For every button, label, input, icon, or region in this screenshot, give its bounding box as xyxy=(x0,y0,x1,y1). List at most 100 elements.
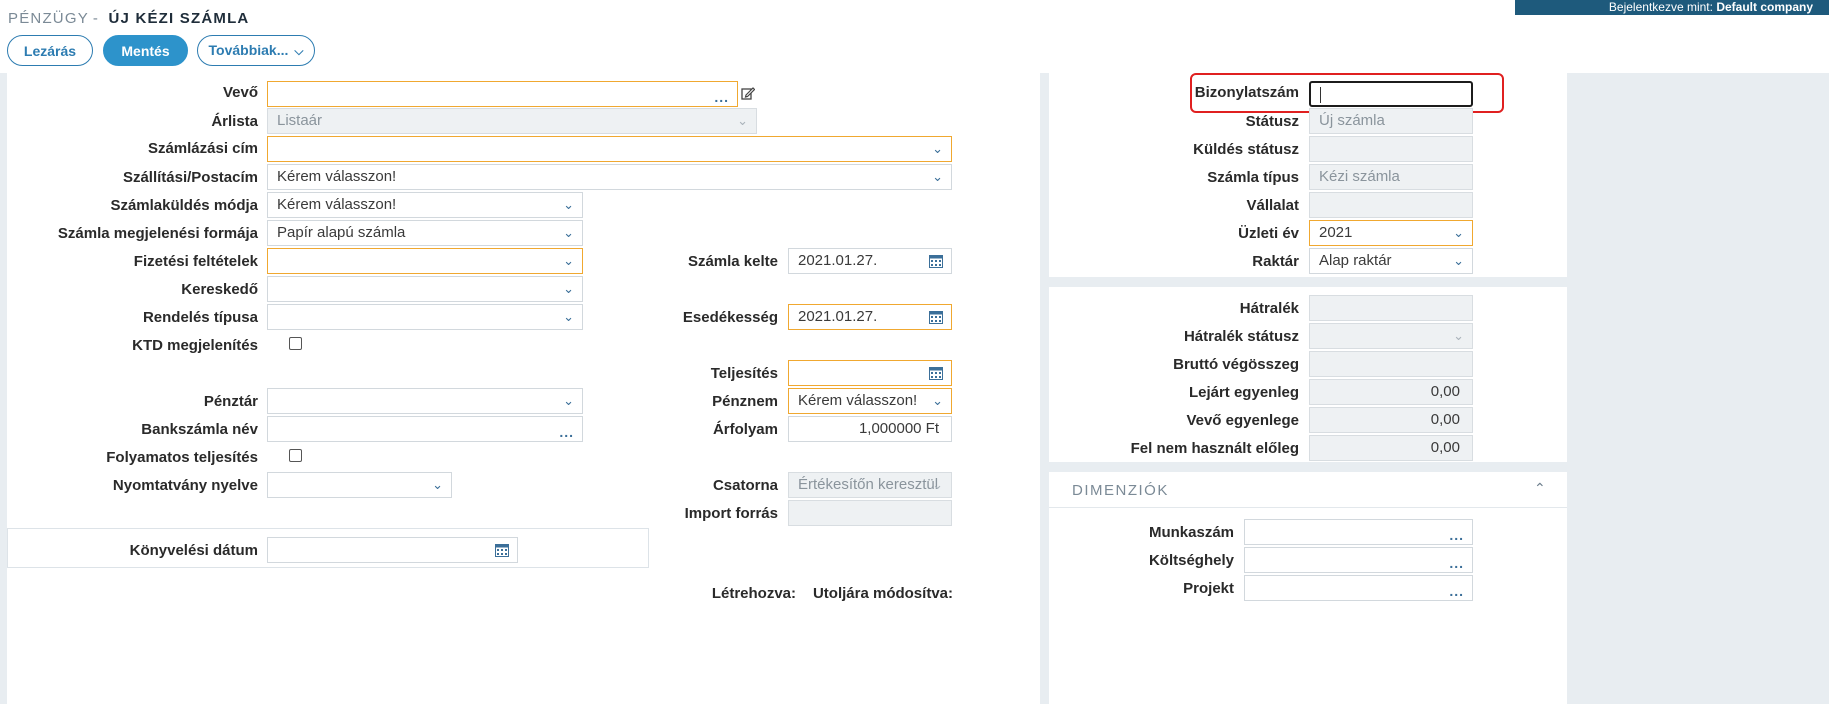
ktd-label: KTD megjelenítés xyxy=(132,337,258,354)
dimensions-divider xyxy=(1049,507,1567,508)
raktar-select[interactable]: Alap raktár ⌄ xyxy=(1309,248,1473,274)
bizonylatszam-field[interactable] xyxy=(1309,81,1473,107)
calendar-icon[interactable] xyxy=(929,366,943,380)
import-label: Import forrás xyxy=(684,505,778,522)
uzleti-ev-label: Üzleti év xyxy=(1238,225,1299,242)
close-button[interactable]: Lezárás xyxy=(7,35,93,66)
kereskedo-label: Kereskedő xyxy=(181,281,258,298)
chevron-down-icon: ⌄ xyxy=(932,393,943,408)
edit-icon[interactable] xyxy=(741,86,755,100)
vallalat-field xyxy=(1309,192,1473,218)
nyomtatvany-label: Nyomtatvány nyelve xyxy=(112,477,258,494)
kuldes-statusz-label: Küldés státusz xyxy=(1193,141,1299,158)
projekt-field[interactable]: ... xyxy=(1244,575,1473,601)
chevron-down-icon: ⌄ xyxy=(563,393,574,408)
raktar-value: Alap raktár xyxy=(1319,252,1392,269)
kuldes-statusz-field xyxy=(1309,136,1473,162)
breadcrumb: PÉNZÜGY - ÚJ KÉZI SZÁMLA xyxy=(8,10,249,27)
letrehozva-label: Létrehozva: xyxy=(711,585,796,602)
arlista-value: Listaár xyxy=(277,112,323,129)
lejart-field: 0,00 xyxy=(1309,379,1473,405)
ellipsis-icon[interactable]: ... xyxy=(559,420,574,441)
konyvelesi-date-field[interactable] xyxy=(267,537,518,563)
brutto-field xyxy=(1309,351,1473,377)
folyamatos-label: Folyamatos teljesítés xyxy=(106,449,258,466)
bankszamla-field[interactable]: ... xyxy=(267,416,583,442)
penztar-select[interactable]: ⌄ xyxy=(267,388,583,414)
chevron-down-icon: ⌄ xyxy=(563,225,574,240)
chevron-down-icon: ⌄ xyxy=(1453,253,1464,268)
breadcrumb-separator: - xyxy=(92,10,100,27)
page-title: ÚJ KÉZI SZÁMLA xyxy=(108,10,250,27)
szallitasi-select[interactable]: Kérem válasszon! ⌄ xyxy=(267,164,952,190)
hatralek-field xyxy=(1309,295,1473,321)
calendar-icon[interactable] xyxy=(495,543,509,557)
folyamatos-checkbox[interactable] xyxy=(289,449,302,462)
megjelenesi-value: Papír alapú számla xyxy=(277,224,406,241)
munkaszam-field[interactable]: ... xyxy=(1244,519,1473,545)
szamla-tipus-field: Kézi számla xyxy=(1309,164,1473,190)
brutto-label: Bruttó végösszeg xyxy=(1173,356,1299,373)
chevron-down-icon: ⌄ xyxy=(1453,328,1464,343)
bankszamla-label: Bankszámla név xyxy=(141,421,258,438)
chevron-down-icon: ⌄ xyxy=(932,141,943,156)
arfolyam-field[interactable]: 1,000000 Ft xyxy=(788,416,952,442)
import-field xyxy=(788,500,952,526)
calendar-icon[interactable] xyxy=(929,310,943,324)
uzleti-ev-select[interactable]: 2021 ⌄ xyxy=(1309,220,1473,246)
chevron-down-icon: ⌄ xyxy=(563,253,574,268)
bizonylatszam-label: Bizonylatszám xyxy=(1194,84,1299,101)
text-cursor xyxy=(1320,87,1321,103)
penznem-select[interactable]: Kérem válasszon! ⌄ xyxy=(788,388,952,414)
kuldes-modja-value: Kérem válasszon! xyxy=(277,196,397,213)
koltseghely-field[interactable]: ... xyxy=(1244,547,1473,573)
save-button[interactable]: Mentés xyxy=(103,35,188,66)
fel-nem-label: Fel nem használt előleg xyxy=(1130,440,1299,457)
szallitasi-label: Szállítási/Postacím xyxy=(122,169,258,186)
koltseghely-label: Költséghely xyxy=(1148,552,1234,569)
breadcrumb-section[interactable]: PÉNZÜGY xyxy=(8,10,89,27)
dimensions-title: DIMENZIÓK xyxy=(1072,482,1169,499)
vallalat-label: Vállalat xyxy=(1246,197,1299,214)
csatorna-value: Értékesítőn keresztül xyxy=(798,476,939,493)
kereskedo-select[interactable]: ⌄ xyxy=(267,276,583,302)
ellipsis-icon[interactable]: ... xyxy=(714,85,729,106)
esedekesseg-label: Esedékesség xyxy=(682,309,778,326)
chevron-up-icon[interactable]: ⌃ xyxy=(1534,480,1546,497)
ellipsis-icon[interactable]: ... xyxy=(1449,551,1464,572)
chevron-down-icon: ⌄ xyxy=(737,113,748,128)
rendeles-select[interactable]: ⌄ xyxy=(267,304,583,330)
utoljara-label: Utoljára módosítva: xyxy=(812,585,953,602)
szallitasi-value: Kérem válasszon! xyxy=(277,168,397,185)
chevron-down-icon: ⌄ xyxy=(932,169,943,184)
chevron-down-icon: ⌵ xyxy=(294,44,304,58)
megjelenesi-select[interactable]: Papír alapú számla ⌄ xyxy=(267,220,583,246)
vevo-egyenlege-field: 0,00 xyxy=(1309,407,1473,433)
chevron-down-icon: ⌄ xyxy=(1453,225,1464,240)
csatorna-label: Csatorna xyxy=(712,477,778,494)
kuldes-modja-select[interactable]: Kérem válasszon! ⌄ xyxy=(267,192,583,218)
szamlazasi-cim-select[interactable]: ⌄ xyxy=(267,136,952,162)
esedekesseg-date-field[interactable]: 2021.01.27. xyxy=(788,304,952,330)
login-banner: Bejelentkezve mint: Default company xyxy=(1515,0,1829,15)
statusz-field: Új számla xyxy=(1309,108,1473,134)
ellipsis-icon[interactable]: ... xyxy=(1449,579,1464,600)
ktd-checkbox[interactable] xyxy=(289,337,302,350)
calendar-icon[interactable] xyxy=(929,254,943,268)
kelte-label: Számla kelte xyxy=(687,253,778,270)
projekt-label: Projekt xyxy=(1183,580,1234,597)
arfolyam-label: Árfolyam xyxy=(712,421,778,438)
arlista-select: Listaár ⌄ xyxy=(267,108,757,134)
kelte-date-field[interactable]: 2021.01.27. xyxy=(788,248,952,274)
rendeles-label: Rendelés típusa xyxy=(142,309,258,326)
statusz-label: Státusz xyxy=(1245,113,1299,130)
teljesites-date-field[interactable] xyxy=(788,360,952,386)
vevo-field[interactable]: ... xyxy=(267,81,738,107)
more-button[interactable]: Továbbiak... ⌵ xyxy=(197,35,315,66)
fizetesi-select[interactable]: ⌄ xyxy=(267,248,583,274)
chevron-down-icon: ⌄ xyxy=(432,477,443,492)
szamla-tipus-label: Számla típus xyxy=(1207,169,1299,186)
nyomtatvany-select[interactable]: ⌄ xyxy=(267,472,452,498)
megjelenesi-label: Számla megjelenési formája xyxy=(57,225,258,242)
ellipsis-icon[interactable]: ... xyxy=(1449,523,1464,544)
